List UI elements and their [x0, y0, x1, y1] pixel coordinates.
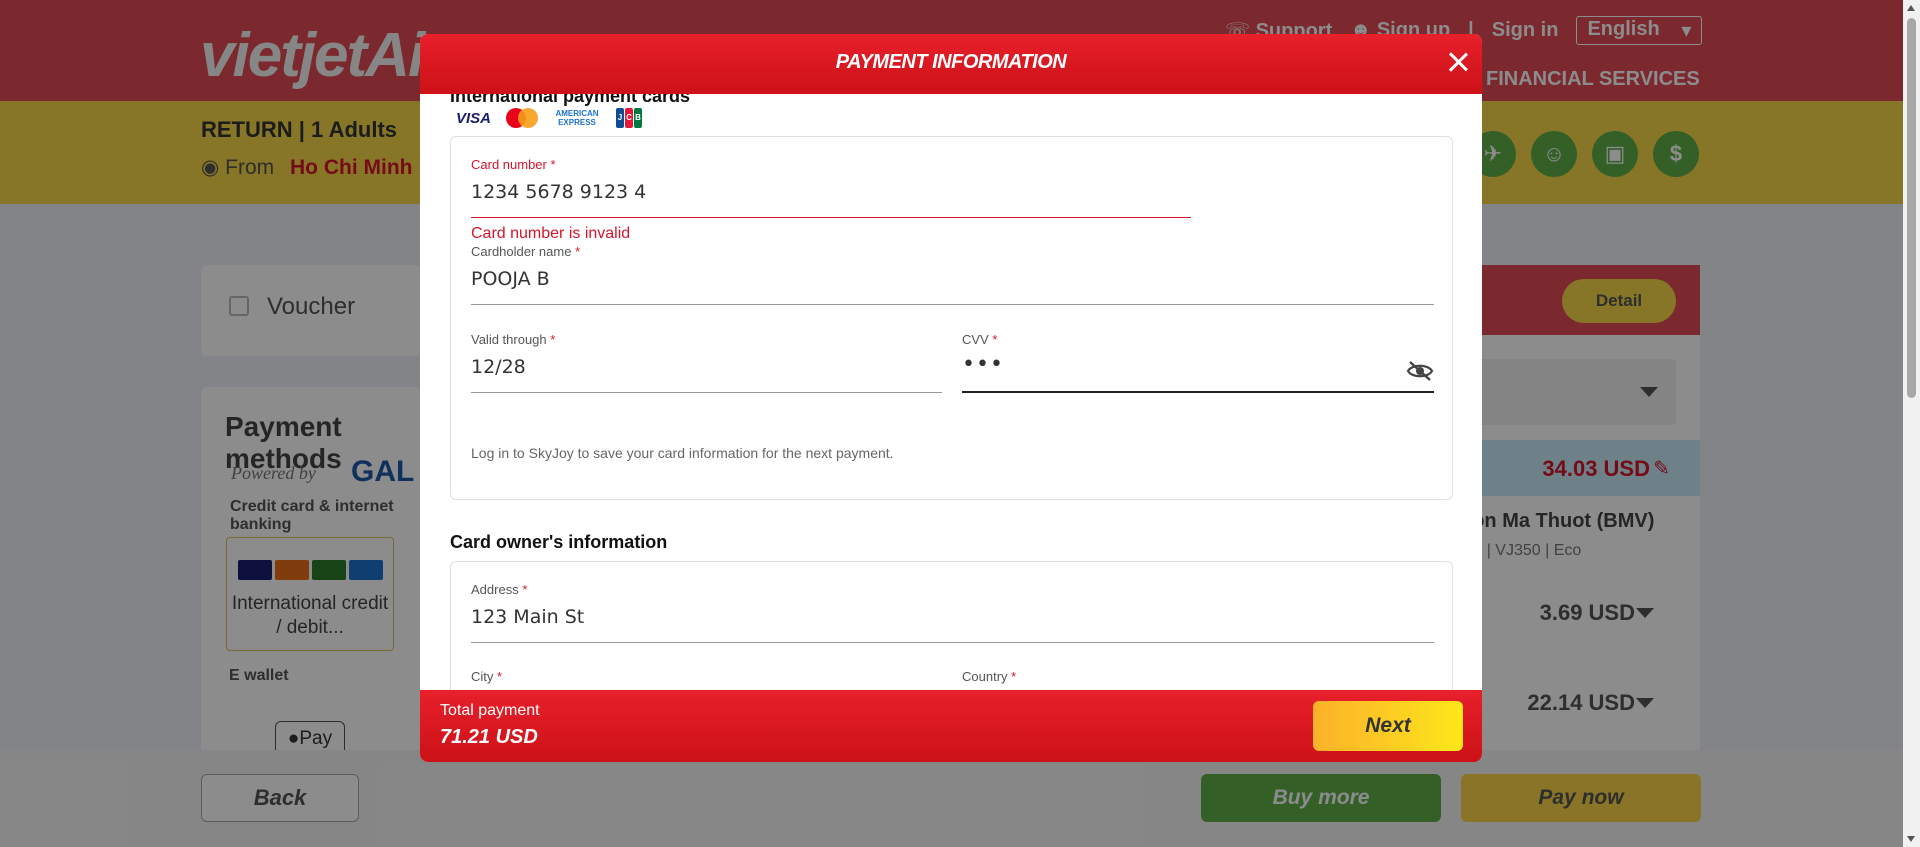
card-owner-heading: Card owner's information	[450, 532, 668, 552]
scroll-down-icon[interactable]	[1907, 836, 1915, 842]
scrollbar-thumb[interactable]	[1907, 18, 1916, 398]
next-button[interactable]: Next	[1313, 701, 1463, 751]
city-field[interactable]: City *	[471, 669, 942, 684]
skyjoy-login-hint: Log in to SkyJoy to save your card infor…	[471, 445, 894, 461]
card-number-field[interactable]: Card number * 1234 5678 9123 4 Card numb…	[471, 157, 1191, 242]
card-number-label: Card number *	[471, 157, 556, 172]
payment-information-modal: PAYMENT INFORMATION International paymen…	[420, 34, 1482, 762]
cardholder-name-value[interactable]: POOJA B	[471, 268, 550, 290]
modal-footer: Total payment 71.21 USD Next	[420, 690, 1482, 762]
card-number-underline	[471, 217, 1191, 218]
eye-slash-icon[interactable]	[1406, 360, 1434, 382]
cardholder-name-underline	[471, 304, 1434, 305]
card-details-box: Card number * 1234 5678 9123 4 Card numb…	[450, 136, 1453, 500]
address-label: Address *	[471, 582, 528, 597]
mastercard-icon	[506, 108, 538, 128]
card-logos: VISA AMERICAN EXPRESS JCB	[456, 108, 642, 128]
modal-header: PAYMENT INFORMATION	[420, 34, 1482, 94]
total-payment-label: Total payment	[440, 702, 540, 719]
cvv-label: CVV *	[962, 332, 998, 347]
valid-through-label: Valid through *	[471, 332, 556, 347]
modal-body: International payment cards VISA AMERICA…	[420, 94, 1482, 724]
amex-icon: AMERICAN EXPRESS	[555, 109, 599, 127]
country-label: Country *	[962, 669, 1017, 684]
cvv-underline	[962, 391, 1434, 393]
valid-through-field[interactable]: Valid through * 12/28	[471, 332, 942, 393]
cardholder-name-label: Cardholder name *	[471, 244, 581, 259]
city-label: City *	[471, 669, 503, 684]
country-field[interactable]: Country *	[962, 669, 1434, 684]
address-value[interactable]: 123 Main St	[471, 606, 584, 628]
cvv-field[interactable]: CVV * •••	[962, 332, 1434, 393]
international-cards-heading: International payment cards	[450, 94, 691, 106]
close-icon[interactable]	[1444, 48, 1472, 76]
card-number-value[interactable]: 1234 5678 9123 4	[471, 181, 646, 203]
jcb-icon: JCB	[616, 108, 642, 128]
address-field[interactable]: Address * 123 Main St	[471, 582, 1434, 643]
scroll-up-icon[interactable]	[1907, 5, 1915, 11]
visa-icon: VISA	[456, 109, 492, 127]
card-number-error: Card number is invalid	[471, 225, 631, 242]
valid-through-underline	[471, 392, 942, 393]
valid-through-value[interactable]: 12/28	[471, 356, 526, 378]
page-scrollbar[interactable]	[1903, 0, 1920, 847]
cvv-value[interactable]: •••	[962, 352, 1004, 377]
cardholder-name-field[interactable]: Cardholder name * POOJA B	[471, 244, 1434, 305]
address-underline	[471, 642, 1434, 643]
total-payment-value: 71.21 USD	[440, 726, 538, 748]
modal-title: PAYMENT INFORMATION	[835, 51, 1067, 73]
